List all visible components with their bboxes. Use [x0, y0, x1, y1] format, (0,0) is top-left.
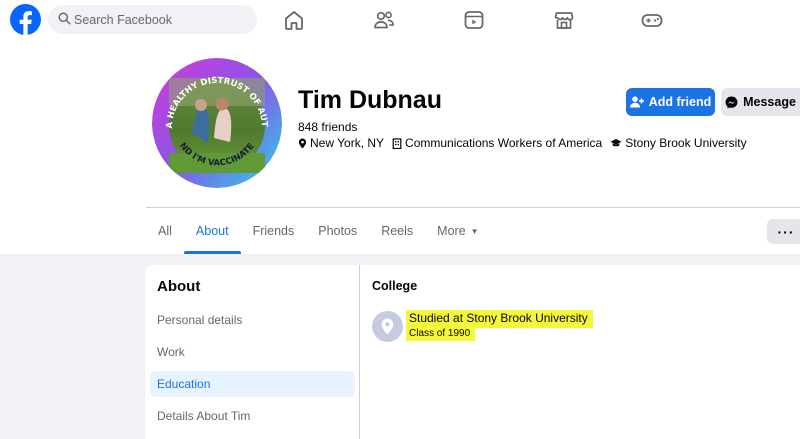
- sidebar-item-education[interactable]: Education: [150, 371, 355, 397]
- tab-friends[interactable]: Friends: [241, 208, 307, 254]
- school-info[interactable]: Stony Brook University: [610, 136, 747, 150]
- tab-reels[interactable]: Reels: [369, 208, 425, 254]
- graduation-cap-icon: [610, 139, 622, 147]
- about-title: About: [157, 278, 201, 295]
- tab-more-label: More: [437, 224, 466, 238]
- tab-friends-label: Friends: [252, 224, 295, 238]
- tab-about-label: About: [195, 224, 229, 238]
- workplace-info[interactable]: Communications Workers of America: [392, 136, 602, 150]
- about-sidebar: About Personal details Work Education De…: [145, 265, 360, 439]
- about-card: About Personal details Work Education De…: [145, 265, 800, 439]
- profile-name: Tim Dubnau: [298, 86, 442, 114]
- facebook-logo-icon[interactable]: [10, 4, 41, 35]
- watch-icon[interactable]: [462, 8, 486, 32]
- profile-avatar[interactable]: I HAVE A HEALTHY DISTRUST OF AUTHORITY A…: [152, 58, 282, 188]
- search-input[interactable]: [74, 5, 252, 34]
- search-icon: [58, 12, 71, 25]
- location-pin-icon: [381, 318, 394, 335]
- college-section-title: College: [372, 279, 418, 293]
- workplace-building-icon: [392, 137, 402, 149]
- school-icon: [372, 311, 403, 342]
- search-bar[interactable]: [48, 5, 257, 34]
- tab-about[interactable]: About: [183, 208, 241, 254]
- add-person-icon: [629, 96, 644, 108]
- add-friend-button[interactable]: Add friend: [626, 88, 715, 116]
- avatar-image: I HAVE A HEALTHY DISTRUST OF AUTHORITY A…: [152, 58, 282, 188]
- tab-photos[interactable]: Photos: [306, 208, 369, 254]
- top-navigation-bar: [0, 0, 800, 40]
- profile-info-row: New York, NY Communications Workers of A…: [298, 136, 755, 150]
- location-text: New York, NY: [310, 136, 385, 150]
- gaming-icon[interactable]: [640, 8, 664, 32]
- tab-reels-label: Reels: [381, 224, 414, 238]
- caret-down-icon: ▼: [470, 226, 479, 236]
- profile-tabs: All About Friends Photos Reels More ▼: [146, 208, 491, 254]
- home-icon[interactable]: [282, 8, 306, 32]
- messenger-icon: [725, 96, 738, 109]
- add-friend-label: Add friend: [648, 95, 712, 109]
- message-label: Message: [743, 95, 796, 109]
- sidebar-item-details-about[interactable]: Details About Tim: [150, 403, 355, 429]
- friends-count-link[interactable]: 848 friends: [298, 120, 357, 134]
- message-button[interactable]: Message: [721, 88, 800, 116]
- location-info: New York, NY: [298, 136, 384, 150]
- tab-more[interactable]: More ▼: [425, 208, 490, 254]
- location-pin-icon: [298, 138, 307, 148]
- education-entry-title[interactable]: Studied at Stony Brook University: [406, 310, 593, 328]
- tab-all[interactable]: All: [146, 208, 184, 254]
- tab-all-label: All: [158, 224, 172, 238]
- marketplace-icon[interactable]: [552, 8, 576, 32]
- sidebar-item-work[interactable]: Work: [150, 339, 355, 365]
- education-entry-subtitle: Class of 1990: [406, 327, 476, 341]
- school-text: Stony Brook University: [625, 136, 747, 150]
- profile-header: I HAVE A HEALTHY DISTRUST OF AUTHORITY A…: [0, 40, 800, 254]
- sidebar-item-personal-details[interactable]: Personal details: [150, 307, 355, 333]
- more-options-button[interactable]: ···: [767, 219, 800, 244]
- friends-icon[interactable]: [372, 8, 396, 32]
- workplace-text: Communications Workers of America: [405, 136, 603, 150]
- tab-photos-label: Photos: [318, 224, 358, 238]
